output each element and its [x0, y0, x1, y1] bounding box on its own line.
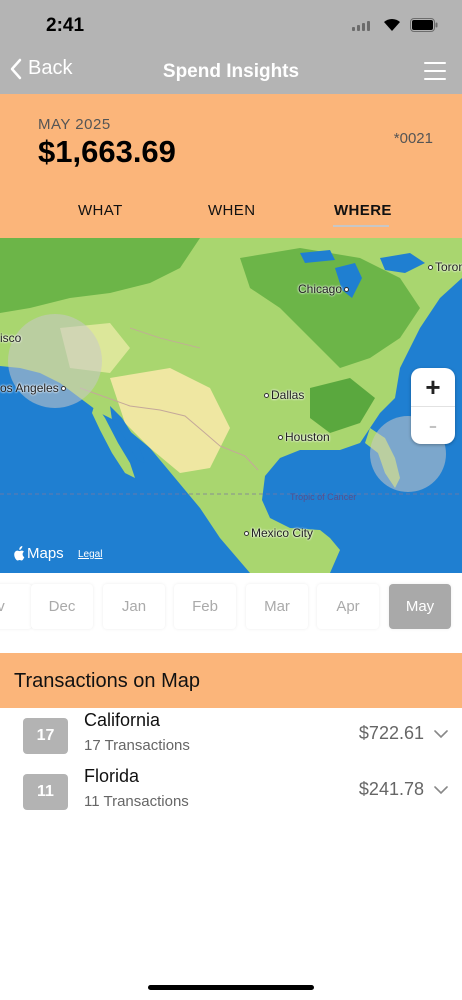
city-label: Mexico City [242, 526, 313, 540]
month-item[interactable]: v [0, 584, 32, 629]
nav-bar: Back Spend Insights [0, 48, 462, 94]
chevron-down-icon[interactable] [434, 730, 448, 739]
transaction-count-badge: 11 [23, 774, 68, 810]
apple-logo-icon [14, 546, 25, 561]
transaction-count: 17 Transactions [84, 737, 190, 754]
status-icons [352, 17, 438, 32]
city-label: Toronto [426, 260, 462, 274]
transactions-title: Transactions on Map [14, 670, 201, 692]
month-item-selected[interactable]: May [389, 584, 451, 629]
chevron-down-icon[interactable] [434, 786, 448, 795]
city-label: os Angeles [0, 381, 68, 395]
tab-underline [333, 225, 389, 227]
status-bar: 2:41 [0, 0, 462, 48]
location-name: Florida [84, 766, 140, 786]
list-item[interactable]: 11 Florida 11 Transactions $241.78 [0, 764, 462, 820]
zoom-in-button[interactable]: + [411, 368, 455, 406]
home-indicator[interactable] [148, 985, 314, 990]
hamburger-menu-icon[interactable] [424, 62, 446, 80]
list-item[interactable]: 17 California 17 Transactions $722.61 [0, 708, 462, 764]
total-amount: $1,663.69 [38, 134, 176, 169]
month-item[interactable]: Feb [174, 584, 236, 629]
maps-attribution: Maps [12, 545, 64, 562]
month-item[interactable]: Apr [317, 584, 379, 629]
month-item[interactable]: Jan [103, 584, 165, 629]
maps-label: Maps [27, 545, 64, 562]
tab-when[interactable]: WHEN [208, 202, 255, 219]
battery-icon [410, 17, 438, 32]
signal-icon [352, 19, 374, 31]
insight-tabs: WHAT WHEN WHERE [0, 200, 462, 230]
location-name: California [84, 710, 161, 730]
month-item[interactable]: Dec [31, 584, 93, 629]
period-label: MAY 2025 [38, 116, 111, 133]
city-label: Dallas [262, 388, 304, 402]
location-amount: $722.61 [358, 723, 424, 743]
zoom-control: + - [411, 368, 455, 444]
city-label: Houston [276, 430, 330, 444]
zoom-out-button[interactable]: - [411, 406, 455, 444]
wifi-icon [382, 17, 402, 32]
month-selector[interactable]: v Dec Jan Feb Mar Apr May [0, 573, 462, 653]
transaction-count-badge: 17 [23, 718, 68, 754]
city-label: Chicago [298, 282, 351, 296]
card-number: *0021 [393, 130, 433, 147]
month-item[interactable]: Mar [246, 584, 308, 629]
city-label: isco [0, 331, 22, 345]
transaction-count: 11 Transactions [84, 793, 189, 810]
tropic-label: Tropic of Cancer [290, 492, 357, 502]
transactions-header: Transactions on Map [0, 653, 462, 708]
spend-summary: MAY 2025 $1,663.69 *0021 WHAT WHEN WHERE [0, 94, 462, 238]
tab-what[interactable]: WHAT [78, 202, 123, 219]
tab-where[interactable]: WHERE [334, 202, 392, 219]
page-title: Spend Insights [162, 61, 300, 82]
location-amount: $241.78 [358, 779, 424, 799]
transactions-map[interactable]: Chicago Toronto isco os Angeles Dallas H… [0, 238, 462, 573]
status-time: 2:41 [46, 15, 85, 36]
legal-link[interactable]: Legal [78, 549, 102, 560]
